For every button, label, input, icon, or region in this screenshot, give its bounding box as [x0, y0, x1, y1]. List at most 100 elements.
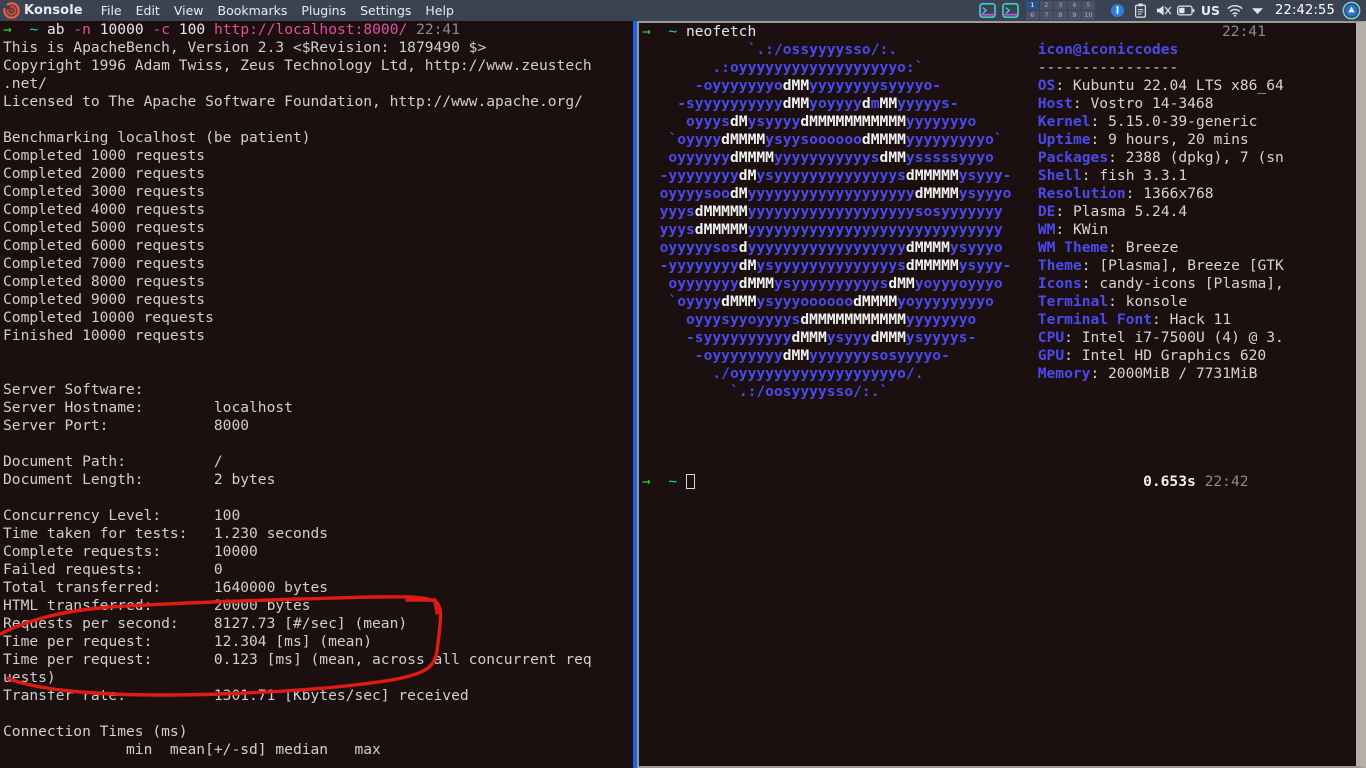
konsole-task-icon-2[interactable] [1001, 1, 1020, 20]
terminal-output-line: Requests per second: 8127.73 [#/sec] (me… [3, 615, 408, 632]
prompt-line-right: → ~ neofetch 22:41 [642, 23, 1342, 41]
pager-cell-1[interactable]: 1 [1025, 1, 1039, 10]
pager-cell-3[interactable]: 3 [1053, 1, 1067, 10]
neofetch-key: Uptime [1037, 131, 1091, 148]
neofetch-line: -yyyyyyyydMysyyyyyyyyyyyyyysdMMMMMysyyy-… [659, 257, 1284, 274]
neofetch-line: -yyyyyyyydMysyyyyyyyyyyyyyysdMMMMMysyyy-… [659, 167, 1188, 184]
neofetch-key: GPU [1037, 347, 1065, 364]
terminal-pane-right-body[interactable]: → ~ neofetch 22:41 `.:/ossyyyysso/:. ico… [637, 21, 1366, 768]
user-avatar-icon[interactable] [1342, 1, 1361, 20]
pager-cell-9[interactable]: 9 [1067, 11, 1081, 20]
neofetch-line: oyyysyyoyyyysdMMMMMMMMMMMyyyyyyyo Termin… [685, 311, 1232, 328]
terminal-output-line: Time per request: 12.304 [ms] (mean) [3, 633, 373, 650]
konsole-task-icon[interactable] [978, 1, 997, 20]
terminal-output-line: Complete requests: 10000 [3, 543, 258, 560]
terminal-pane-right[interactable]: → ~ neofetch 22:41 `.:/ossyyyysso/:. ico… [637, 21, 1366, 768]
terminal-output-line: Server Port: 8000 [3, 417, 250, 434]
menu-plugins[interactable]: Plugins [294, 0, 353, 21]
neofetch-value: : konsole [1108, 293, 1188, 310]
neofetch-line: -oyyyyyyyodMMyyyyyyyysyyyyo- OS: Kubuntu… [694, 77, 1284, 94]
terminal-output-line: Completed 8000 requests [3, 273, 206, 290]
prompt-arg-c: 100 [178, 21, 206, 38]
pager-cell-10[interactable]: 10 [1081, 11, 1095, 20]
neofetch-value: : Vostro 14-3468 [1072, 95, 1214, 112]
prompt-line: → ~ ab -n 10000 -c 100 http://localhost:… [3, 21, 633, 39]
neofetch-value: : 2388 (dpkg), 7 (sn [1108, 149, 1284, 166]
prompt-arrow-icon: → [3, 21, 12, 38]
terminal-output-line: Completed 1000 requests [3, 147, 206, 164]
menu-file[interactable]: File [94, 0, 129, 21]
keyboard-layout-indicator[interactable]: US [1201, 3, 1220, 18]
prompt-dir: ~ [668, 23, 678, 40]
prompt-timestamp: 22:41 [416, 21, 461, 38]
neofetch-line: yyysdMMMMMyyyyyyyyyyyyyyyyyyyyyyyyyyyyy … [659, 221, 1109, 238]
tray-clock[interactable]: 22:42:55 [1275, 3, 1335, 18]
neofetch-value: : 9 hours, 20 mins [1090, 131, 1249, 148]
volume-muted-icon[interactable] [1154, 1, 1173, 20]
neofetch-key: Resolution [1037, 185, 1126, 202]
wifi-icon[interactable] [1225, 1, 1244, 20]
terminal-output-line: Total transferred: 1640000 bytes [3, 579, 329, 596]
neofetch-line: ./oyyyyyyyyyyyyyyyyyyo/. Memory: 2000MiB… [712, 365, 1258, 382]
prompt-command: ab [46, 21, 65, 38]
terminal-pane-left-body[interactable]: → ~ ab -n 10000 -c 100 http://localhost:… [0, 21, 637, 768]
clipboard-icon[interactable] [1131, 1, 1150, 20]
terminal-pane-left[interactable]: → ~ ab -n 10000 -c 100 http://localhost:… [0, 21, 637, 768]
terminal-output-line: Concurrency Level: 100 [3, 507, 241, 524]
terminal-output-line: Completed 6000 requests [3, 237, 206, 254]
neofetch-key: Theme [1037, 257, 1082, 274]
terminal-output-line: Completed 9000 requests [3, 291, 206, 308]
info-icon[interactable] [1108, 1, 1127, 20]
pager-cell-8[interactable]: 8 [1053, 11, 1067, 20]
neofetch-key: Packages [1037, 149, 1109, 166]
pager-cell-6[interactable]: 6 [1025, 11, 1039, 20]
prompt-dir: ~ [29, 21, 39, 38]
prompt-arrow-icon: → [642, 23, 651, 40]
neofetch-line: oyyyyysosdyyyyyyyyyyyyyyyyyydMMMMysyyyo … [659, 239, 1179, 256]
neofetch-line: oyyyysoodMyyyyyyyyyyyyyyyyyyydMMMMysyyyo… [659, 185, 1214, 202]
neofetch-key: Host [1037, 95, 1073, 112]
terminal-output-line: Transfer rate: 1301.71 [Kbytes/sec] rece… [3, 687, 469, 704]
neofetch-key: Terminal [1037, 293, 1109, 310]
menu-view[interactable]: View [167, 0, 211, 21]
neofetch-value: : fish 3.3.1 [1081, 167, 1188, 184]
chevron-down-icon[interactable] [1248, 1, 1267, 20]
neofetch-line: `oyyyydMMMMysyysoooooodMMMMyyyyyyyyyo` U… [668, 131, 1249, 148]
neofetch-value: : Plasma 5.24.4 [1055, 203, 1188, 220]
terminal-output-line: Document Path: / [3, 453, 223, 470]
neofetch-key: Terminal Font [1037, 311, 1153, 328]
neofetch-rule: ---------------- [1037, 59, 1179, 76]
battery-icon[interactable] [1177, 1, 1196, 20]
terminal-output-line: This is ApacheBench, Version 2.3 <$Revis… [3, 39, 487, 56]
pager-icon[interactable]: 1 2 3 4 5 6 7 8 9 10 [1025, 1, 1095, 20]
prompt-arrow-icon: → [642, 473, 651, 490]
pager-cell-2[interactable]: 2 [1039, 1, 1053, 10]
menu-settings[interactable]: Settings [353, 0, 418, 21]
prompt-flag-n: -n [73, 21, 91, 38]
pager-cell-4[interactable]: 4 [1067, 1, 1081, 10]
neofetch-key: OS [1037, 77, 1056, 94]
pager-cell-7[interactable]: 7 [1039, 11, 1053, 20]
terminal-output-line: min mean[+/-sd] median max [3, 741, 381, 758]
menu-help[interactable]: Help [418, 0, 461, 21]
terminal-output-line: uests) [3, 669, 56, 686]
neofetch-value: : Breeze [1108, 239, 1179, 256]
neofetch-value: : KWin [1055, 221, 1109, 238]
prompt-command: neofetch [685, 23, 757, 40]
pager-cell-5[interactable]: 5 [1081, 1, 1095, 10]
terminal-cursor[interactable] [685, 474, 695, 489]
neofetch-line: -oyyyyyyyydMMyyyyyyysosyyyyo- GPU: Intel… [694, 347, 1267, 364]
neofetch-key: WM [1037, 221, 1056, 238]
menu-edit[interactable]: Edit [129, 0, 167, 21]
terminal-output-line: Benchmarking localhost (be patient) [3, 129, 311, 146]
terminal-right-text: → ~ neofetch 22:41 `.:/ossyyyysso/:. ico… [642, 23, 1342, 491]
next-prompt-line[interactable]: → ~ 0.653s 22:42 [642, 473, 1342, 491]
menu-bookmarks[interactable]: Bookmarks [211, 0, 295, 21]
neofetch-key: Icons [1037, 275, 1082, 292]
neofetch-line: oyyyyyydMMMMyyyyyyyyyyysdMMysssssyyyo Pa… [668, 149, 1284, 166]
prompt-url: http://localhost:8000/ [213, 21, 408, 38]
neofetch-value: : Kubuntu 22.04 LTS x86_64 [1055, 77, 1284, 94]
prompt-timestamp: 22:41 [1221, 23, 1266, 40]
